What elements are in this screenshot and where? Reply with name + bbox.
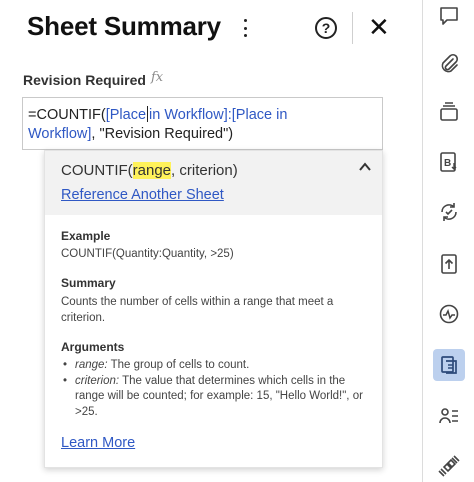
signature-active-param: range bbox=[132, 162, 172, 179]
list-item: • criterion: The value that determines wh… bbox=[63, 374, 363, 418]
chevron-up-icon[interactable] bbox=[359, 161, 371, 173]
formula-ref-part3: Workflow] bbox=[28, 126, 92, 142]
popup-header: COUNTIF(range, criterion) Reference Anot… bbox=[45, 151, 382, 215]
formula-ref-part1: [Place bbox=[105, 107, 147, 123]
argument-name: criterion: bbox=[75, 374, 120, 387]
function-help-popup: COUNTIF(range, criterion) Reference Anot… bbox=[44, 150, 383, 468]
learn-more-link[interactable]: Learn More bbox=[61, 435, 135, 451]
function-signature: COUNTIF(range, criterion) bbox=[61, 162, 238, 179]
header-divider bbox=[352, 12, 353, 44]
list-item: • range: The group of cells to count. bbox=[63, 359, 250, 371]
form-icon[interactable]: B bbox=[433, 146, 465, 178]
upload-icon[interactable] bbox=[433, 248, 465, 280]
formula-prefix: =COUNTIF( bbox=[28, 107, 106, 123]
activity-log-icon[interactable] bbox=[433, 196, 465, 228]
formula-input[interactable]: =COUNTIF([Place in Workflow]:[Place in Wor… bbox=[22, 97, 383, 150]
formula-suffix: , "Revision Required") bbox=[91, 126, 234, 142]
people-icon[interactable] bbox=[433, 400, 465, 432]
activity-icon[interactable] bbox=[433, 298, 465, 330]
summary-text: Counts the number of cells within a rang… bbox=[61, 296, 334, 324]
signature-rest: , criterion) bbox=[171, 162, 238, 179]
field-label: Revision Required bbox=[23, 72, 146, 88]
proofing-icon[interactable] bbox=[433, 96, 465, 128]
signature-name: COUNTIF( bbox=[61, 162, 133, 179]
text-caret bbox=[147, 106, 149, 122]
attachment-icon[interactable] bbox=[433, 48, 465, 80]
right-sidebar: B bbox=[422, 0, 474, 482]
arguments-list: • range: The group of cells to count. • cr… bbox=[61, 358, 373, 420]
more-options-icon[interactable] bbox=[240, 19, 250, 37]
summary-heading: Summary bbox=[61, 276, 116, 290]
sheet-summary-icon[interactable] bbox=[433, 349, 465, 381]
example-text: COUNTIF(Quantity:Quantity, >25) bbox=[61, 248, 234, 260]
sheet-summary-panel: Sheet Summary ? ✕ Revision Required fx =… bbox=[0, 0, 422, 482]
arguments-heading: Arguments bbox=[61, 340, 125, 354]
formula-ref-part2: in Workflow]:[Place in bbox=[149, 107, 288, 123]
comment-icon[interactable] bbox=[433, 0, 465, 32]
reference-sheet-link[interactable]: Reference Another Sheet bbox=[61, 187, 224, 203]
connector-icon[interactable] bbox=[433, 450, 465, 482]
argument-name: range: bbox=[75, 359, 108, 371]
panel-title: Sheet Summary bbox=[27, 11, 221, 41]
fx-icon[interactable]: fx bbox=[151, 70, 163, 85]
argument-desc: The group of cells to count. bbox=[107, 359, 250, 371]
help-icon[interactable]: ? bbox=[315, 17, 337, 39]
close-icon[interactable]: ✕ bbox=[368, 13, 390, 41]
svg-text:B: B bbox=[444, 158, 451, 169]
example-heading: Example bbox=[61, 229, 111, 243]
argument-desc: The value that determines which cells in… bbox=[75, 374, 363, 418]
